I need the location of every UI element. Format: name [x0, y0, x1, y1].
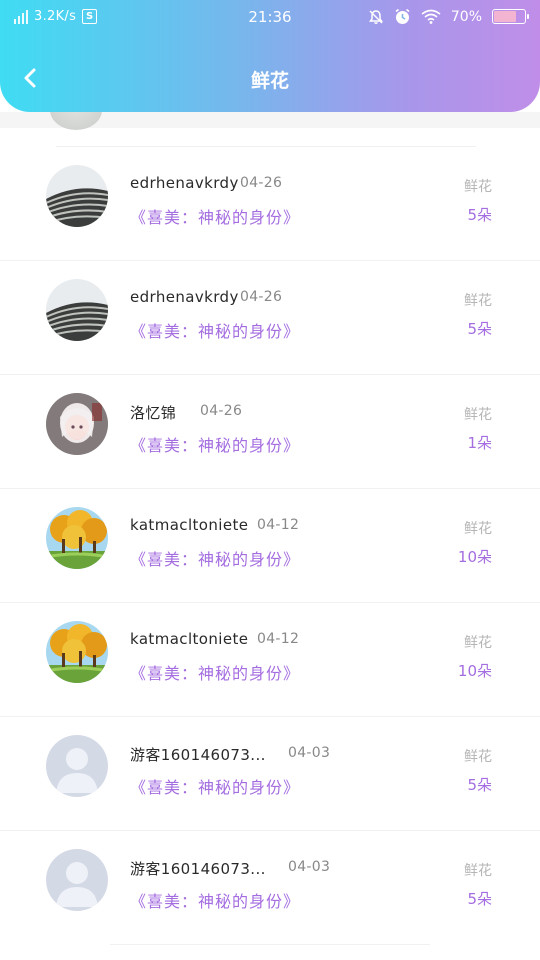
gift-count: 10朵 — [457, 662, 492, 680]
username: edrhenavkrdy — [130, 288, 239, 306]
gift-count: 1朵 — [467, 434, 492, 452]
book-title[interactable]: 《喜美：神秘的身份》 — [130, 318, 300, 342]
list-item[interactable]: 游客160146073... 04-03 《喜美：神秘的身份》 鲜花 5朵 — [0, 831, 540, 945]
book-title[interactable]: 《喜美：神秘的身份》 — [130, 660, 300, 684]
default-user-icon — [46, 735, 108, 797]
list-item[interactable]: 游客160146073... 04-03 《喜美：神秘的身份》 鲜花 5朵 — [0, 717, 540, 831]
date: 04-03 — [288, 745, 331, 761]
list-item[interactable]: 洛忆锦 04-26 《喜美：神秘的身份》 鲜花 1朵 — [0, 375, 540, 489]
date: 04-12 — [257, 517, 300, 533]
username: katmacltoniete — [130, 516, 249, 534]
autumn-tree-avatar-image — [46, 621, 108, 683]
gift-count: 5朵 — [467, 320, 492, 338]
gift-count: 5朵 — [467, 890, 492, 908]
gift-type: 鲜花 — [464, 179, 492, 195]
username: 游客160146073... — [130, 860, 266, 878]
flower-record-list[interactable]: edrhenavkrdy 04-26 《喜美：神秘的身份》 鲜花 5朵 edrh… — [0, 112, 540, 960]
book-title[interactable]: 《喜美：神秘的身份》 — [130, 546, 300, 570]
avatar — [46, 621, 108, 683]
date: 04-26 — [240, 175, 283, 191]
username: edrhenavkrdy — [130, 174, 239, 192]
landscape-avatar-image — [46, 165, 108, 227]
default-user-icon — [46, 849, 108, 911]
autumn-tree-avatar-image — [46, 507, 108, 569]
avatar — [46, 849, 108, 911]
date: 04-26 — [240, 289, 283, 305]
date: 04-03 — [288, 859, 331, 875]
divider — [110, 944, 430, 945]
avatar — [46, 165, 108, 227]
battery-icon — [492, 9, 529, 24]
alarm-icon — [395, 8, 410, 24]
gift-type: 鲜花 — [464, 635, 492, 651]
mute-bell-icon — [368, 9, 383, 24]
username: 洛忆锦 — [130, 404, 177, 422]
anime-avatar-image — [46, 393, 108, 455]
gift-count: 5朵 — [467, 206, 492, 224]
list-item[interactable]: katmacltoniete 04-12 《喜美：神秘的身份》 鲜花 10朵 — [0, 603, 540, 717]
username: 游客160146073... — [130, 746, 266, 764]
book-title[interactable]: 《喜美：神秘的身份》 — [130, 888, 300, 912]
avatar — [46, 507, 108, 569]
gift-count: 10朵 — [457, 548, 492, 566]
list-item[interactable]: katmacltoniete 04-12 《喜美：神秘的身份》 鲜花 10朵 — [0, 489, 540, 603]
status-right: 70% — [368, 8, 529, 25]
avatar — [46, 279, 108, 341]
landscape-avatar-image — [46, 279, 108, 341]
avatar — [46, 735, 108, 797]
gift-type: 鲜花 — [464, 521, 492, 537]
gift-type: 鲜花 — [464, 407, 492, 423]
book-title[interactable]: 《喜美：神秘的身份》 — [130, 432, 300, 456]
date: 04-26 — [200, 403, 243, 419]
gift-count: 5朵 — [467, 776, 492, 794]
avatar — [46, 393, 108, 455]
username: katmacltoniete — [130, 630, 249, 648]
gift-type: 鲜花 — [464, 863, 492, 879]
book-title[interactable]: 《喜美：神秘的身份》 — [130, 774, 300, 798]
header-bar: 3.2K/s S 21:36 70% 鲜花 — [0, 0, 540, 112]
list-item[interactable]: edrhenavkrdy 04-26 《喜美：神秘的身份》 鲜花 5朵 — [0, 261, 540, 375]
wifi-icon — [421, 9, 441, 24]
page-title: 鲜花 — [250, 70, 289, 92]
nav-bar: 鲜花 — [0, 36, 540, 112]
list-item[interactable]: edrhenavkrdy 04-26 《喜美：神秘的身份》 鲜花 5朵 — [0, 147, 540, 261]
status-bar: 3.2K/s S 21:36 70% — [0, 0, 540, 36]
gift-type: 鲜花 — [464, 749, 492, 765]
book-title[interactable]: 《喜美：神秘的身份》 — [130, 204, 300, 228]
date: 04-12 — [257, 631, 300, 647]
battery-percent: 70% — [450, 8, 482, 25]
gift-type: 鲜花 — [464, 293, 492, 309]
